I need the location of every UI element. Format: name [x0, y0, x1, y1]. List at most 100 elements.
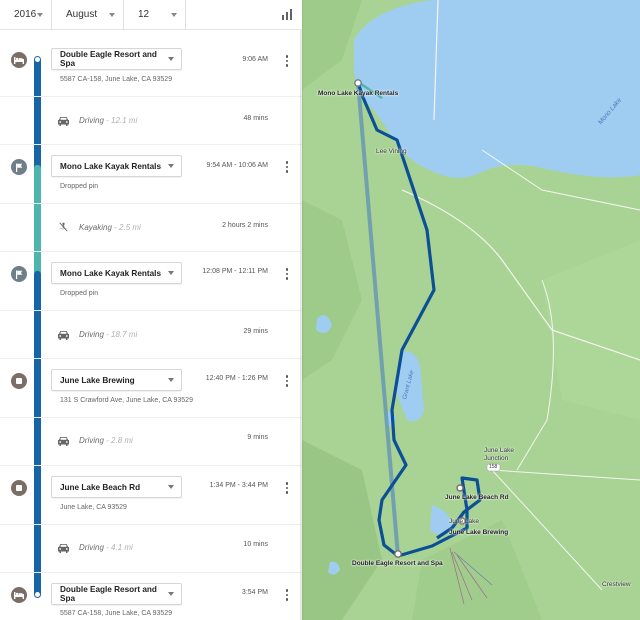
car-icon	[58, 117, 69, 126]
map-label-june-lake-junction: June Lake Junction	[484, 447, 514, 462]
place-address: Dropped pin	[60, 183, 99, 190]
place-name: June Lake Brewing	[60, 375, 135, 385]
place-select[interactable]: Mono Lake Kayak Rentals	[51, 155, 182, 177]
activity-label: Driving - 2.8 mi	[79, 436, 133, 445]
chevron-down-icon	[168, 378, 174, 382]
place-time: 1:34 PM - 3:44 PM	[209, 482, 268, 489]
stats-button[interactable]	[272, 0, 302, 30]
flag-icon	[11, 266, 27, 282]
place-select[interactable]: June Lake Brewing	[51, 369, 182, 391]
place-row: June Lake Brewing 131 S Crawford Ave, Ju…	[0, 359, 302, 418]
activity-label: Kayaking - 2.5 mi	[79, 223, 141, 232]
activity-duration: 2 hours 2 mins	[222, 222, 268, 229]
place-name: Mono Lake Kayak Rentals	[60, 268, 162, 278]
map-label-lee-vining: Lee Vining	[376, 148, 407, 155]
activity-duration: 29 mins	[243, 328, 268, 335]
car-icon	[58, 437, 69, 446]
place-time: 9:54 AM - 10:06 AM	[206, 162, 268, 169]
place-row: Double Eagle Resort and Spa 5587 CA-158,…	[0, 573, 302, 620]
activity-duration: 48 mins	[243, 115, 268, 122]
place-time: 12:40 PM - 1:26 PM	[205, 375, 268, 382]
more-options-icon[interactable]	[285, 375, 289, 387]
activity-row: Driving - 4.1 mi 10 mins	[0, 525, 302, 573]
activity-row: Kayaking - 2.5 mi 2 hours 2 mins	[0, 204, 302, 252]
timeline-dot	[34, 591, 41, 598]
place-name: Double Eagle Resort and Spa	[60, 585, 157, 603]
place-row: Mono Lake Kayak Rentals Dropped pin 9:54…	[0, 145, 302, 204]
activity-distance: - 4.1 mi	[103, 543, 133, 552]
more-options-icon[interactable]	[285, 589, 289, 601]
hotel-icon	[11, 52, 27, 68]
activity-type: Kayaking	[79, 223, 112, 232]
map-label-double-eagle-resort: Double Eagle Resort and Spa	[352, 560, 443, 567]
kayak-icon	[58, 222, 69, 232]
place-address: Dropped pin	[60, 290, 99, 297]
place-time: 9:06 AM	[242, 56, 268, 63]
month-select[interactable]: August	[52, 0, 124, 30]
more-options-icon[interactable]	[285, 55, 289, 67]
chevron-down-icon	[168, 164, 174, 168]
activity-distance: - 18.7 mi	[103, 330, 138, 339]
bar-chart-icon	[282, 9, 292, 20]
place-address: 5587 CA-158, June Lake, CA 93529	[60, 76, 173, 83]
car-icon	[58, 544, 69, 553]
place-name: Double Eagle Resort and Spa	[60, 50, 157, 68]
place-select[interactable]: Double Eagle Resort and Spa	[51, 583, 182, 605]
car-icon	[58, 331, 69, 340]
activity-label: Driving - 4.1 mi	[79, 543, 133, 552]
chevron-down-icon	[37, 12, 43, 17]
more-options-icon[interactable]	[285, 161, 289, 173]
timeline-panel: Double Eagle Resort and Spa 5587 CA-158,…	[0, 31, 302, 620]
more-options-icon[interactable]	[285, 268, 289, 280]
activity-label: Driving - 12.1 mi	[79, 116, 137, 125]
activity-duration: 10 mins	[243, 541, 268, 548]
more-options-icon[interactable]	[285, 482, 289, 494]
place-address: June Lake, CA 93529	[60, 504, 127, 511]
place-name: Mono Lake Kayak Rentals	[60, 161, 162, 171]
chevron-down-icon	[168, 271, 174, 275]
activity-row: Driving - 18.7 mi 29 mins	[0, 311, 302, 359]
activity-row: Driving - 12.1 mi 48 mins	[0, 97, 302, 145]
place-address: 131 S Crawford Ave, June Lake, CA 93529	[60, 397, 193, 404]
activity-type: Driving	[79, 330, 104, 339]
place-row: June Lake Beach Rd June Lake, CA 93529 1…	[0, 466, 302, 525]
place-name: June Lake Beach Rd	[60, 482, 141, 492]
place-row: Mono Lake Kayak Rentals Dropped pin 12:0…	[0, 252, 302, 311]
date-toolbar: 2016 August 12	[0, 0, 302, 30]
place-time: 3:54 PM	[241, 589, 268, 596]
highway-shield-label: 158	[489, 464, 498, 470]
activity-distance: - 2.5 mi	[111, 223, 141, 232]
place-icon	[11, 373, 27, 389]
day-select[interactable]: 12	[124, 0, 186, 30]
chevron-down-icon	[168, 57, 174, 61]
hotel-icon	[11, 587, 27, 603]
map-view[interactable]: Mono Lake Kayak Rentals Lee Vining Mono …	[302, 0, 640, 620]
place-time: 12:08 PM - 12:11 PM	[202, 268, 268, 275]
day-value: 12	[138, 9, 150, 20]
map-label-june-lake-brewing: June Lake Brewing	[449, 529, 509, 536]
chevron-down-icon	[168, 485, 174, 489]
activity-distance: - 12.1 mi	[103, 116, 138, 125]
flag-icon	[11, 159, 27, 175]
activity-duration: 9 mins	[247, 434, 268, 441]
activity-row: Driving - 2.8 mi 9 mins	[0, 418, 302, 466]
activity-type: Driving	[79, 436, 104, 445]
map-label-kayak-rentals: Mono Lake Kayak Rentals	[318, 90, 399, 97]
chevron-down-icon	[168, 592, 174, 596]
place-address: 5587 CA-158, June Lake, CA 93529	[60, 610, 173, 617]
activity-distance: - 2.8 mi	[103, 436, 133, 445]
place-select[interactable]: Mono Lake Kayak Rentals	[51, 262, 182, 284]
panel-shadow	[300, 0, 304, 620]
year-value: 2016	[14, 9, 37, 20]
timeline-dot	[34, 56, 41, 63]
chevron-down-icon	[171, 12, 177, 17]
activity-type: Driving	[79, 116, 104, 125]
place-select[interactable]: June Lake Beach Rd	[51, 476, 182, 498]
place-select[interactable]: Double Eagle Resort and Spa	[51, 48, 182, 70]
activity-label: Driving - 18.7 mi	[79, 330, 137, 339]
map-label-june-lake: June Lake	[449, 518, 479, 525]
chevron-down-icon	[109, 12, 115, 17]
month-value: August	[66, 9, 98, 20]
year-select[interactable]: 2016	[0, 0, 52, 30]
place-icon	[11, 480, 27, 496]
